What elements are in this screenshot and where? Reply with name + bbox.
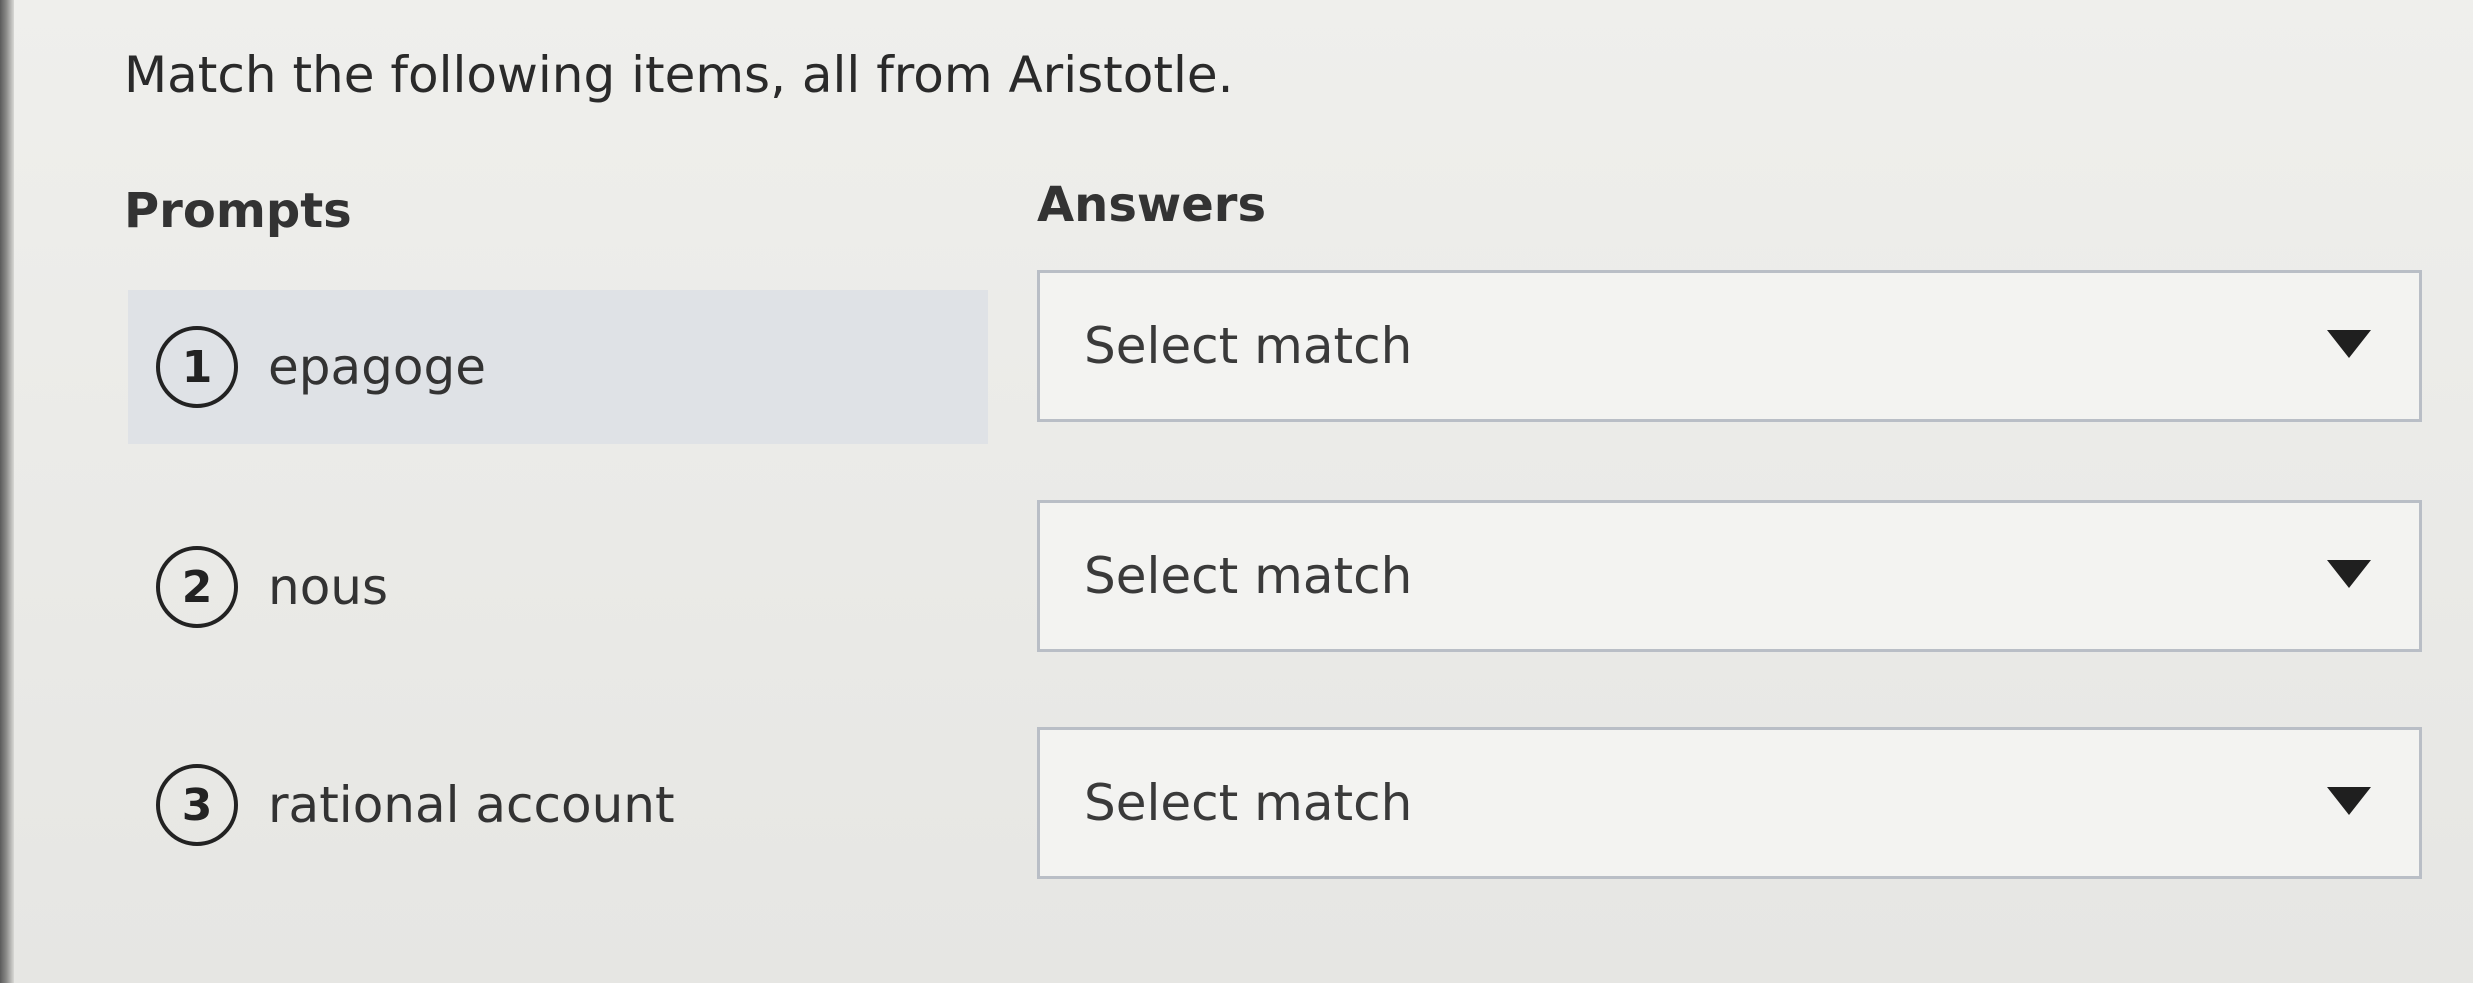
caret-down-icon — [2327, 560, 2371, 588]
caret-down-icon — [2327, 330, 2371, 358]
answer-select-2-value: Select match — [1084, 547, 1413, 605]
matching-question-panel: Match the following items, all from Aris… — [14, 0, 2473, 983]
answer-select-2[interactable]: Select match — [1037, 500, 2422, 652]
prompt-row-1: 1 epagoge — [128, 290, 988, 444]
answer-select-1[interactable]: Select match — [1037, 270, 2422, 422]
prompt-text-3: rational account — [268, 776, 675, 834]
prompt-number-1: 1 — [156, 326, 238, 408]
answer-select-1-value: Select match — [1084, 317, 1413, 375]
prompt-row-3: 3 rational account — [128, 728, 988, 882]
answer-select-3-value: Select match — [1084, 774, 1413, 832]
prompt-text-1: epagoge — [268, 338, 486, 396]
window-left-edge — [0, 0, 14, 983]
prompt-number-3: 3 — [156, 764, 238, 846]
prompt-text-2: nous — [268, 558, 389, 616]
prompt-row-2: 2 nous — [128, 510, 988, 664]
answers-header: Answers — [1037, 177, 1267, 233]
caret-down-icon — [2327, 787, 2371, 815]
prompt-number-2: 2 — [156, 546, 238, 628]
prompts-header: Prompts — [124, 183, 352, 239]
answer-select-3[interactable]: Select match — [1037, 727, 2422, 879]
question-text: Match the following items, all from Aris… — [124, 46, 1234, 104]
